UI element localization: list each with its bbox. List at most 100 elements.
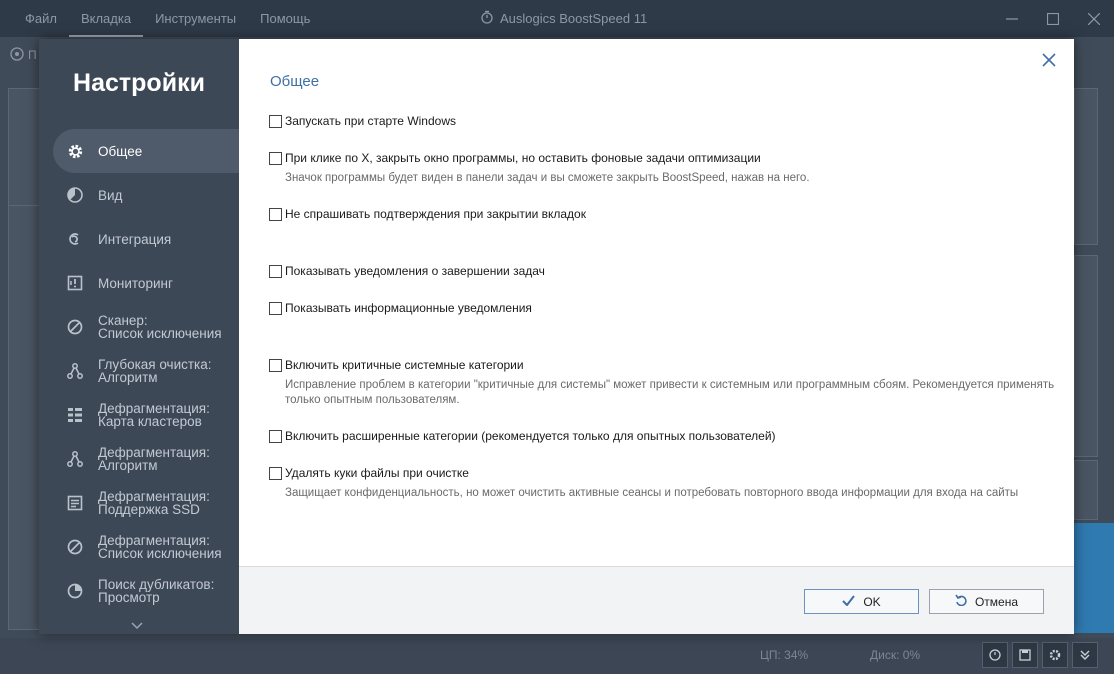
sidebar-item-label-line1: Вид [98,187,123,203]
menu-help[interactable]: Помощь [248,0,322,37]
sidebar-item[interactable]: Общее [53,129,239,173]
option-row[interactable]: Включить критичные системные категории [269,358,1065,372]
sidebar-item-label-line2: Поддержка SSD [98,502,200,517]
sidebar-item[interactable]: Сканер: Список исключения [53,305,239,349]
menu-bar: Файл Вкладка Инструменты Помощь [0,0,322,37]
sidebar-item-label: Интеграция [98,231,172,247]
cancel-button[interactable]: Отмена [929,589,1044,614]
status-cpu: ЦП: 34% [760,648,809,662]
palette-icon [66,186,84,204]
menu-tools[interactable]: Инструменты [143,0,248,37]
option-row[interactable]: Не спрашивать подтверждения при закрытии… [269,207,586,221]
option-row[interactable]: Показывать уведомления о завершении зада… [269,264,545,278]
option-description: Защищает конфиденциальность, но может оч… [285,487,1019,499]
status-settings-button[interactable] [1042,642,1068,668]
cluster-map-icon [66,406,84,424]
background-panel-left-2 [8,205,40,630]
option-description: Исправление проблем в категории "критичн… [285,379,1055,406]
sidebar-item[interactable]: Дефрагментация: Алгоритм [53,437,239,481]
sidebar-item-label-line2: Алгоритм [98,370,158,385]
close-icon[interactable] [1040,51,1058,69]
option-label[interactable]: Показывать информационные уведомления [285,301,532,315]
option-label[interactable]: Показывать уведомления о завершении зада… [285,264,545,278]
option-item: Включить расширенные категории (рекоменд… [269,429,776,443]
sidebar-item[interactable]: Вид [53,173,239,217]
status-save-button[interactable] [1012,642,1038,668]
sidebar-item-label: Вид [98,187,123,203]
menu-file[interactable]: Файл [0,0,69,37]
view-icon [66,582,84,600]
monitor-icon [66,274,84,292]
settings-sidebar: Настройки Общее Вид Интеграция Мониторинг Ск… [39,39,239,634]
sidebar-item[interactable]: Дефрагментация: Список исключения [53,525,239,569]
option-label[interactable]: При клике по X, закрыть окно программы, … [285,151,761,165]
option-description: Значок программы будет виден в панели за… [285,172,810,184]
option-label[interactable]: Не спрашивать подтверждения при закрытии… [285,207,586,221]
sidebar-item-label-line1: Интеграция [98,231,172,247]
status-disk: Диск: 0% [870,648,921,662]
sidebar-item[interactable]: Поиск дубликатов: Просмотр [53,569,239,613]
block-icon [66,318,84,336]
sidebar-item[interactable]: Глубокая очистка: Алгоритм [53,349,239,393]
sidebar-item-label: Поиск дубликатов: Просмотр [98,578,214,605]
app-title-text: Auslogics BoostSpeed 11 [500,11,648,26]
sidebar-item-label: Дефрагментация: Карта кластеров [98,402,210,429]
chevron-down-icon[interactable] [131,617,143,635]
sidebar-item[interactable]: Дефрагментация: Карта кластеров [53,393,239,437]
block-icon [66,538,84,556]
stopwatch-icon [480,10,494,27]
ok-button-label: OK [863,594,881,609]
option-item: Не спрашивать подтверждения при закрытии… [269,207,586,221]
sidebar-item[interactable]: Мониторинг [53,261,239,305]
option-label[interactable]: Удалять куки файлы при очистке [285,466,469,480]
undo-icon [955,594,967,609]
option-checkbox[interactable] [269,301,282,315]
sidebar-item-label-line2: Просмотр [98,590,160,605]
gear-icon [66,142,84,160]
window-controls [991,0,1114,37]
option-checkbox[interactable] [269,429,282,443]
option-row[interactable]: Показывать информационные уведомления [269,301,532,315]
sidebar-item-label-line2: Список исключения [98,326,222,341]
option-checkbox[interactable] [269,466,282,480]
sidebar-item-label: Дефрагментация: Список исключения [98,534,222,561]
option-checkbox[interactable] [269,264,282,278]
option-item: Удалять куки файлы при очистке Защищает к… [269,466,1065,501]
status-clock-button[interactable] [982,642,1008,668]
option-row[interactable]: При клике по X, закрыть окно программы, … [269,151,1065,165]
menu-tab[interactable]: Вкладка [68,0,144,37]
option-label[interactable]: Запускать при старте Windows [285,114,456,128]
algorithm-icon [66,362,84,380]
option-checkbox[interactable] [269,114,282,128]
sidebar-item-label-line1: Мониторинг [98,275,173,291]
option-label[interactable]: Включить расширенные категории (рекоменд… [285,429,776,443]
toolbar-fragment-text: П [28,48,37,62]
option-checkbox[interactable] [269,151,282,165]
option-checkbox[interactable] [269,207,282,221]
option-row[interactable]: Включить расширенные категории (рекоменд… [269,429,776,443]
window-close-button[interactable] [1073,0,1114,37]
ssd-icon [66,494,84,512]
option-label[interactable]: Включить критичные системные категории [285,358,524,372]
minimize-button[interactable] [991,0,1032,37]
section-title: Общее [270,73,320,90]
maximize-button[interactable] [1032,0,1073,37]
background-panel-right [1074,88,1098,245]
sidebar-item-label-line2: Карта кластеров [98,414,202,429]
app-titlebar: Файл Вкладка Инструменты Помощь Auslogic… [0,0,1114,37]
settings-nav: Общее Вид Интеграция Мониторинг Сканер: Списо… [53,129,239,613]
ok-button[interactable]: OK [804,589,919,614]
background-accent-panel [1074,523,1114,633]
gauge-icon [10,46,24,64]
status-expand-button[interactable] [1072,642,1098,668]
option-checkbox[interactable] [269,358,282,372]
sidebar-item-label-line2: Алгоритм [98,458,158,473]
settings-dialog: Настройки Общее Вид Интеграция Мониторинг Ск… [39,39,1074,634]
integration-icon [66,230,84,248]
option-item: Показывать уведомления о завершении зада… [269,264,545,278]
option-row[interactable]: Запускать при старте Windows [269,114,456,128]
sidebar-item[interactable]: Дефрагментация: Поддержка SSD [53,481,239,525]
sidebar-item-label: Дефрагментация: Поддержка SSD [98,490,210,517]
option-row[interactable]: Удалять куки файлы при очистке [269,466,1065,480]
sidebar-item[interactable]: Интеграция [53,217,239,261]
